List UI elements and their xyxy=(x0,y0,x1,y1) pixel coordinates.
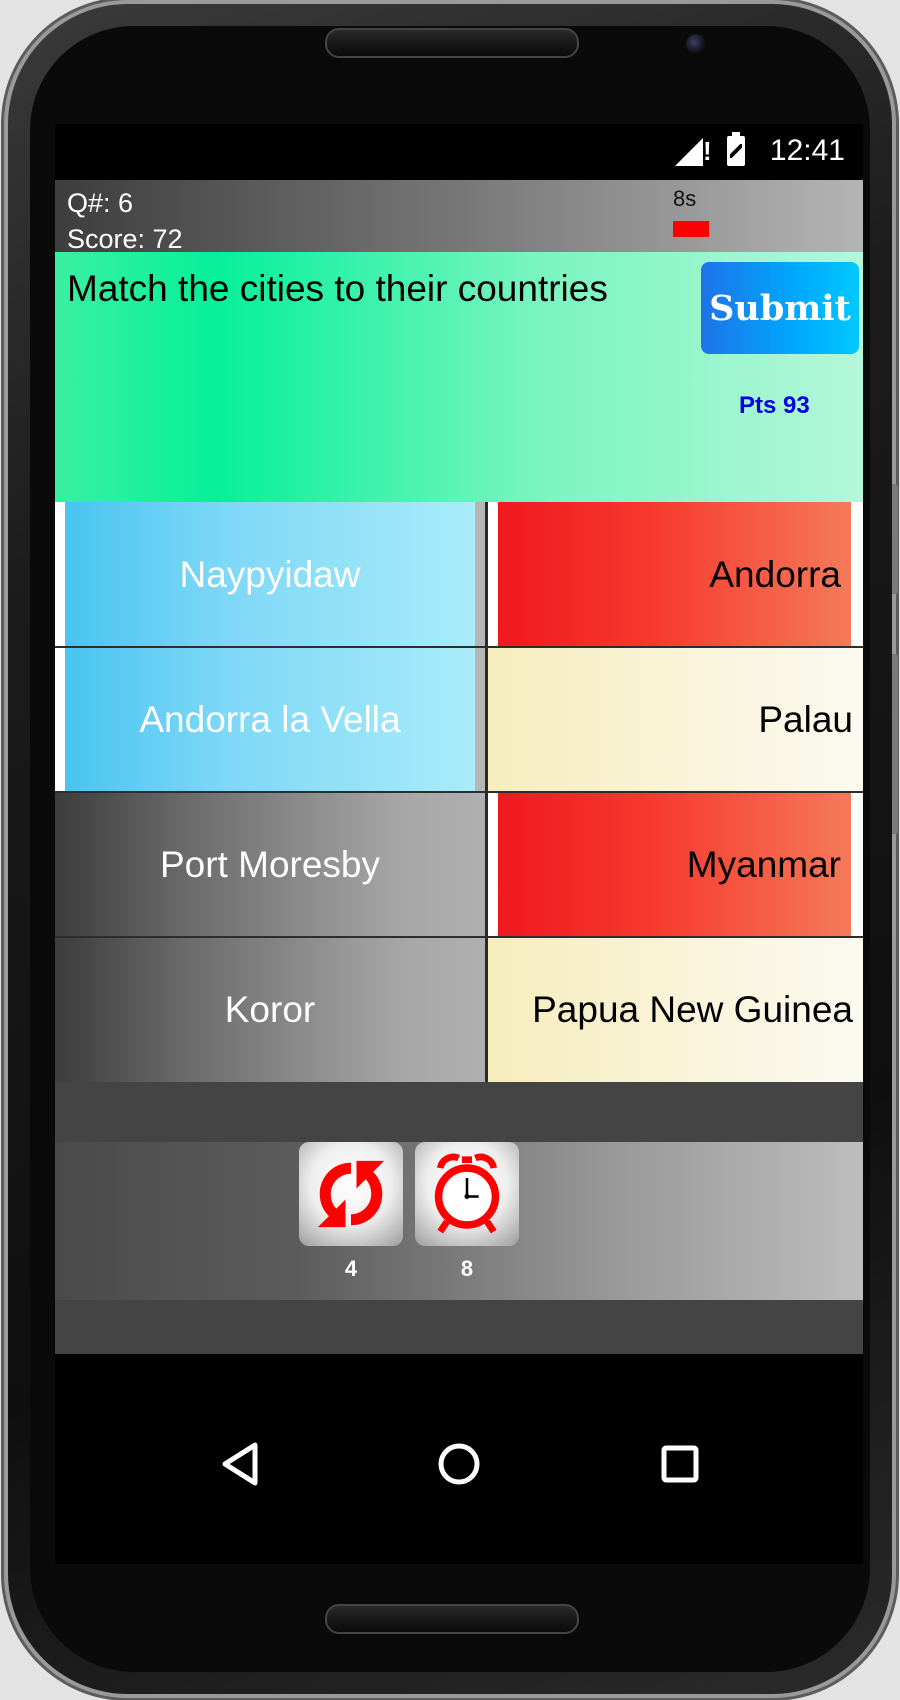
recents-button[interactable] xyxy=(640,1424,720,1504)
status-bar: ! 12:41 xyxy=(55,124,863,180)
spacer-strip xyxy=(55,1082,863,1142)
volume-button xyxy=(892,484,898,594)
refresh-icon xyxy=(317,1160,385,1228)
status-time: 12:41 xyxy=(769,134,845,167)
matching-grid: Naypyidaw Andorra la Vella Port Moresby … xyxy=(55,502,863,1082)
city-option-andorra-la-vella[interactable]: Andorra la Vella xyxy=(55,647,485,792)
front-camera-icon xyxy=(686,34,706,54)
submit-button[interactable]: Submit xyxy=(701,262,859,354)
battery-charging-icon xyxy=(727,132,745,166)
timer-label: 8s xyxy=(673,186,697,211)
question-prompt: Match the cities to their countries xyxy=(67,268,608,309)
question-number: Q#: 6 xyxy=(67,188,134,218)
country-option-papua-new-guinea[interactable]: Papua New Guinea xyxy=(488,937,863,1082)
alarm-clock-icon xyxy=(434,1153,500,1234)
row-divider xyxy=(55,791,863,793)
signal-icon xyxy=(675,138,703,166)
navigation-bar xyxy=(55,1354,863,1564)
earpiece-speaker xyxy=(325,28,579,58)
refresh-count: 4 xyxy=(344,1256,358,1281)
points-label: Pts 93 xyxy=(739,392,810,419)
country-option-andorra[interactable]: Andorra xyxy=(488,502,863,647)
score-header: Q#: 6 Score: 72 8s xyxy=(55,180,863,254)
country-option-myanmar[interactable]: Myanmar xyxy=(488,792,863,937)
timer-progress-bar xyxy=(673,221,709,237)
back-icon xyxy=(222,1442,258,1486)
phone-frame: ! 12:41 Q#: 6 Score: 72 8s Match the cit… xyxy=(8,4,898,1694)
city-option-port-moresby[interactable]: Port Moresby xyxy=(55,792,485,937)
powerup-toolbar: 4 8 xyxy=(55,1142,863,1300)
time-count: 8 xyxy=(460,1256,474,1281)
power-button xyxy=(892,654,898,834)
score-label: Score: 72 xyxy=(67,224,183,254)
bottom-speaker xyxy=(325,1604,579,1634)
row-divider xyxy=(55,936,863,938)
country-option-palau[interactable]: Palau xyxy=(488,647,863,792)
refresh-powerup-button[interactable] xyxy=(299,1142,403,1246)
row-divider xyxy=(55,646,863,648)
back-button[interactable] xyxy=(200,1424,280,1504)
home-icon xyxy=(438,1443,480,1485)
time-powerup-button[interactable] xyxy=(415,1142,519,1246)
home-button[interactable] xyxy=(419,1424,499,1504)
recents-icon xyxy=(661,1445,699,1483)
city-option-naypyidaw[interactable]: Naypyidaw xyxy=(55,502,485,647)
spacer-strip xyxy=(55,1300,863,1354)
city-option-koror[interactable]: Koror xyxy=(55,937,485,1082)
app-screen: ! 12:41 Q#: 6 Score: 72 8s Match the cit… xyxy=(55,124,863,1564)
no-data-indicator: ! xyxy=(703,136,712,166)
question-panel: Match the cities to their countries Subm… xyxy=(55,252,863,502)
